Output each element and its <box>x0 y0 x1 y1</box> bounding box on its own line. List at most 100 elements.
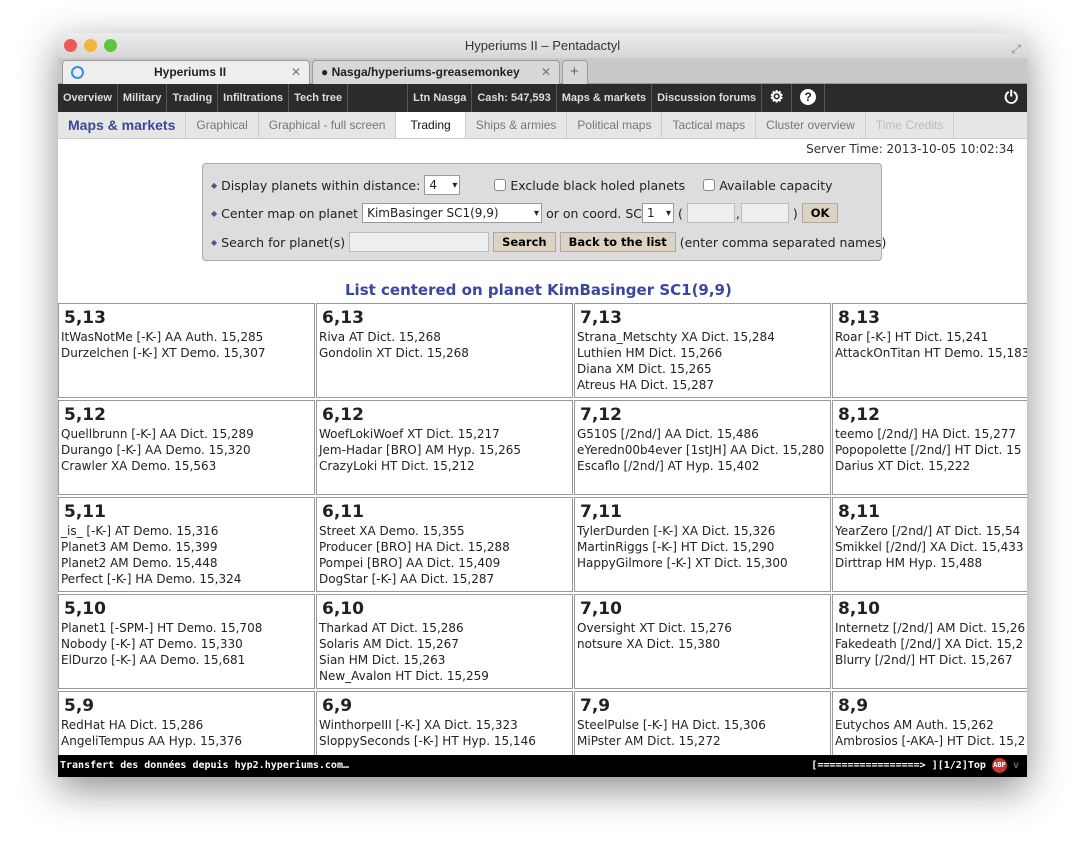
sector-coords: 8,12 <box>838 405 880 425</box>
planet-entry[interactable]: CrazyLoki HT Dict. 15,212 <box>319 458 570 474</box>
nav-forums[interactable]: Discussion forums <box>652 84 763 112</box>
planet-entry[interactable]: eYeredn00b4ever [1stJH] AA Dict. 15,280 <box>577 442 828 458</box>
planet-entry[interactable]: Street XA Demo. 15,355 <box>319 523 570 539</box>
available-capacity-checkbox[interactable] <box>703 179 716 191</box>
planet-entry[interactable]: ItWasNotMe [-K-] AA Auth. 15,285 <box>61 329 312 345</box>
planet-entry[interactable]: teemo [/2nd/] HA Dict. 15,277 <box>835 426 1027 442</box>
planet-entry[interactable]: Gondolin XT Dict. 15,268 <box>319 345 570 361</box>
planet-entry[interactable]: AttackOnTitan HT Demo. 15,183 <box>835 345 1027 361</box>
planet-entry[interactable]: Roar [-K-] HT Dict. 15,241 <box>835 329 1027 345</box>
search-button[interactable]: Search <box>493 232 556 252</box>
planet-entry[interactable]: MiPster AM Dict. 15,272 <box>577 733 828 749</box>
planet-entry[interactable]: Popopolette [/2nd/] HT Dict. 15 <box>835 442 1027 458</box>
nav-overview[interactable]: Overview <box>58 84 118 112</box>
exclude-bh-checkbox[interactable] <box>494 179 507 191</box>
distance-select[interactable]: 4 <box>424 175 461 195</box>
planet-entry[interactable]: HappyGilmore [-K-] XT Dict. 15,300 <box>577 555 828 571</box>
planet-entry[interactable]: Oversight XT Dict. 15,276 <box>577 620 828 636</box>
planet-entry[interactable]: Dirttrap HM Hyp. 15,488 <box>835 555 1027 571</box>
sector-coords: 5,11 <box>64 502 106 522</box>
ok-button[interactable]: OK <box>801 203 839 223</box>
planet-entry[interactable]: Durzelchen [-K-] XT Demo. 15,307 <box>61 345 312 361</box>
sector-coords: 7,12 <box>580 405 622 425</box>
planet-entry[interactable]: Internetz [/2nd/] AM Dict. 15,26 <box>835 620 1027 636</box>
planet-entry[interactable]: Diana XM Dict. 15,265 <box>577 361 828 377</box>
coord-x-input[interactable] <box>686 203 735 223</box>
nav-infiltrations[interactable]: Infiltrations <box>218 84 290 112</box>
planet-entry[interactable]: Escaflo [/2nd/] AT Hyp. 15,402 <box>577 458 828 474</box>
gear-icon[interactable]: ⚙ <box>762 84 793 112</box>
planet-entry[interactable]: Planet1 [-SPM-] HT Demo. 15,708 <box>61 620 312 636</box>
subnav-political[interactable]: Political maps <box>567 112 663 138</box>
sector-coords: 5,12 <box>64 405 106 425</box>
planet-entry[interactable]: ElDurzo [-K-] AA Demo. 15,681 <box>61 652 312 668</box>
close-window-button[interactable] <box>64 39 77 52</box>
tab-github[interactable]: ● Nasga/hyperiums-greasemonkey ✕ <box>312 60 560 84</box>
subnav-ships-armies[interactable]: Ships & armies <box>466 112 568 138</box>
planet-entry[interactable]: G510S [/2nd/] AA Dict. 15,486 <box>577 426 828 442</box>
planet-entry[interactable]: Atreus HA Dict. 15,287 <box>577 377 828 393</box>
planet-entry[interactable]: Planet3 AM Demo. 15,399 <box>61 539 312 555</box>
center-planet-select[interactable]: KimBasinger SC1(9,9) <box>362 203 543 223</box>
nav-trading[interactable]: Trading <box>167 84 219 112</box>
power-icon[interactable]: ⏻ <box>1000 84 1023 112</box>
planet-entry[interactable]: Producer [BRO] HA Dict. 15,288 <box>319 539 570 555</box>
planet-entry[interactable]: TylerDurden [-K-] XA Dict. 15,326 <box>577 523 828 539</box>
planet-entry[interactable]: SloppySeconds [-K-] HT Hyp. 15,146 <box>319 733 570 749</box>
planet-entry[interactable]: Strana_Metschty XA Dict. 15,284 <box>577 329 828 345</box>
planet-entry[interactable]: MartinRiggs [-K-] HT Dict. 15,290 <box>577 539 828 555</box>
planet-entry[interactable]: Riva AT Dict. 15,268 <box>319 329 570 345</box>
new-tab-button[interactable]: + <box>562 60 588 84</box>
zoom-button[interactable] <box>104 39 117 52</box>
search-input[interactable] <box>349 232 490 252</box>
planet-entry[interactable]: New_Avalon HT Dict. 15,259 <box>319 668 570 684</box>
sector-coords: 8,13 <box>838 308 880 328</box>
planet-entry[interactable]: Tharkad AT Dict. 15,286 <box>319 620 570 636</box>
help-icon[interactable]: ? <box>792 84 826 112</box>
close-tab-icon[interactable]: ✕ <box>291 61 301 83</box>
planet-entry[interactable]: Luthien HM Dict. 15,266 <box>577 345 828 361</box>
nav-maps-markets[interactable]: Maps & markets <box>557 84 653 112</box>
planet-entry[interactable]: Crawler XA Demo. 15,563 <box>61 458 312 474</box>
close-tab-icon[interactable]: ✕ <box>541 61 551 83</box>
tab-hyperiums[interactable]: Hyperiums II ✕ <box>62 60 310 84</box>
nav-tech-tree[interactable]: Tech tree <box>289 84 349 112</box>
planet-entry[interactable]: Sian HM Dict. 15,263 <box>319 652 570 668</box>
planet-entry[interactable]: Durango [-K-] AA Demo. 15,320 <box>61 442 312 458</box>
planet-entry[interactable]: RedHat HA Dict. 15,286 <box>61 717 312 733</box>
planet-entry[interactable]: WoefLokiWoef XT Dict. 15,217 <box>319 426 570 442</box>
planet-entry[interactable]: Eutychos AM Auth. 15,262 <box>835 717 1027 733</box>
sub-nav: Maps & markets Graphical Graphical - ful… <box>58 112 1027 139</box>
planet-entry[interactable]: YearZero [/2nd/] AT Dict. 15,54 <box>835 523 1027 539</box>
planet-entry[interactable]: Smikkel [/2nd/] XA Dict. 15,433 <box>835 539 1027 555</box>
planet-entry[interactable]: Pompei [BRO] AA Dict. 15,409 <box>319 555 570 571</box>
planet-entry[interactable]: Fakedeath [/2nd/] XA Dict. 15,2 <box>835 636 1027 652</box>
back-to-list-button[interactable]: Back to the list <box>559 232 676 252</box>
sc-select[interactable]: 1 <box>642 203 675 223</box>
subnav-graphical[interactable]: Graphical <box>186 112 259 138</box>
planet-entry[interactable]: Nobody [-K-] AT Demo. 15,330 <box>61 636 312 652</box>
planet-entry[interactable]: notsure XA Dict. 15,380 <box>577 636 828 652</box>
planet-entry[interactable]: Solaris AM Dict. 15,267 <box>319 636 570 652</box>
planet-entry[interactable]: AngeliTempus AA Hyp. 15,376 <box>61 733 312 749</box>
nav-player[interactable]: Ltn Nasga <box>408 84 473 112</box>
subnav-graphical-full[interactable]: Graphical - full screen <box>259 112 397 138</box>
subnav-cluster[interactable]: Cluster overview <box>756 112 866 138</box>
planet-entry[interactable]: Planet2 AM Demo. 15,448 <box>61 555 312 571</box>
planet-entry[interactable]: Darius XT Dict. 15,222 <box>835 458 1027 474</box>
planet-entry[interactable]: Quellbrunn [-K-] AA Dict. 15,289 <box>61 426 312 442</box>
adblock-icon[interactable]: ABP <box>991 757 1007 773</box>
planet-entry[interactable]: _is_ [-K-] AT Demo. 15,316 <box>61 523 312 539</box>
nav-military[interactable]: Military <box>118 84 168 112</box>
planet-entry[interactable]: SteelPulse [-K-] HA Dict. 15,306 <box>577 717 828 733</box>
planet-entry[interactable]: Perfect [-K-] HA Demo. 15,324 <box>61 571 312 587</box>
planet-entry[interactable]: Ambrosios [-AKA-] HT Dict. 15,2 <box>835 733 1027 749</box>
coord-y-input[interactable] <box>740 203 789 223</box>
minimize-button[interactable] <box>84 39 97 52</box>
planet-entry[interactable]: Blurry [/2nd/] HT Dict. 15,267 <box>835 652 1027 668</box>
planet-entry[interactable]: Jem-Hadar [BRO] AM Hyp. 15,265 <box>319 442 570 458</box>
planet-entry[interactable]: WinthorpeIII [-K-] XA Dict. 15,323 <box>319 717 570 733</box>
subnav-trading[interactable]: Trading <box>396 112 466 138</box>
planet-entry[interactable]: DogStar [-K-] AA Dict. 15,287 <box>319 571 570 587</box>
subnav-tactical[interactable]: Tactical maps <box>662 112 757 138</box>
